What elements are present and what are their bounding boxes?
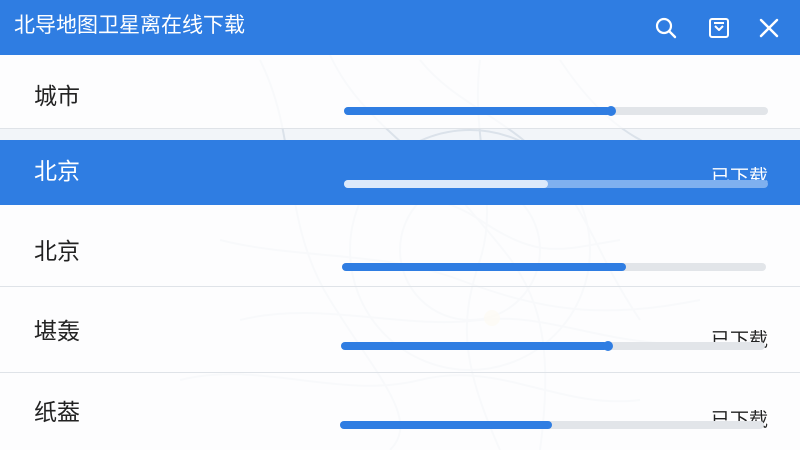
header-progress-fill xyxy=(344,107,612,115)
list-item-selected[interactable]: 北京 已下载 xyxy=(0,140,800,205)
header-progress-handle[interactable] xyxy=(606,106,617,116)
download-box-icon[interactable] xyxy=(707,16,731,40)
download-progress-handle[interactable] xyxy=(603,341,614,351)
list-item-name: 堪轰 xyxy=(34,319,80,345)
download-progress-track xyxy=(341,341,765,351)
list-item-name: 纸葢 xyxy=(34,400,80,426)
download-progress-fill xyxy=(341,342,609,350)
divider xyxy=(0,128,800,129)
close-icon[interactable] xyxy=(757,16,781,40)
download-progress-fill xyxy=(342,263,627,271)
window-title: 北导地图卫星离在线下载 xyxy=(14,13,245,37)
download-progress-track xyxy=(340,421,764,429)
list-item[interactable]: 北京 xyxy=(0,205,800,287)
download-progress-track xyxy=(342,263,766,271)
download-progress-fill xyxy=(340,421,552,429)
list-item[interactable]: 纸葢 已下载 xyxy=(0,373,800,450)
list-item[interactable]: 堪轰 已下载 xyxy=(0,287,800,373)
column-header-city: 城市 xyxy=(34,84,80,110)
search-icon[interactable] xyxy=(654,16,678,40)
list-item-name: 北京 xyxy=(34,239,80,265)
list-item-name: 北京 xyxy=(34,159,80,185)
header-progress-track xyxy=(344,106,768,116)
title-bar: 北导地图卫星离在线下载 xyxy=(0,0,800,55)
download-progress-track xyxy=(344,180,768,188)
download-progress-fill xyxy=(344,180,548,188)
list-header-row: 城市 xyxy=(0,55,800,129)
